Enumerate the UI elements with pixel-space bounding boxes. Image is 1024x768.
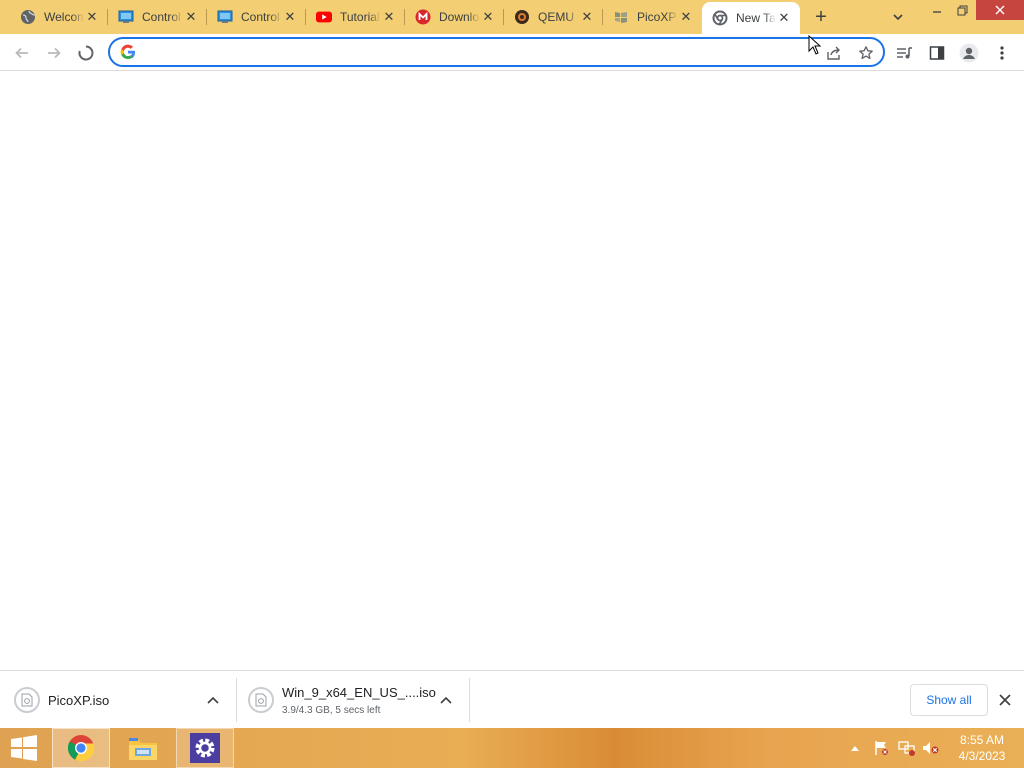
chrome-icon	[67, 735, 95, 762]
tab-title: Tutorial	[340, 10, 380, 24]
tab-title: Download	[439, 10, 480, 24]
kebab-menu-icon	[1000, 46, 1004, 60]
profile-button[interactable]	[956, 40, 982, 66]
chrome-menu-button[interactable]	[989, 40, 1015, 66]
download-shelf: PicoXP.iso Win_9_x64_EN_US_....iso 3.9/4…	[0, 670, 1024, 728]
taskbar-clock[interactable]: 8:55 AM 4/3/2023	[948, 732, 1016, 764]
download-text: Win_9_x64_EN_US_....iso 3.9/4.3 GB, 5 se…	[282, 685, 436, 716]
restore-button[interactable]	[945, 0, 979, 20]
tab-title: Control Panel	[241, 10, 282, 24]
close-tab-icon[interactable]: ✕	[776, 10, 792, 26]
start-button[interactable]	[0, 728, 48, 768]
close-tab-icon[interactable]: ✕	[84, 9, 100, 25]
close-tab-icon[interactable]: ✕	[183, 9, 199, 25]
download-item[interactable]: PicoXP.iso	[14, 671, 229, 729]
download-status: 3.9/4.3 GB, 5 secs left	[282, 704, 381, 716]
globe-icon	[20, 9, 36, 25]
taskbar-settings[interactable]	[176, 728, 234, 768]
tab-qemu[interactable]: QEMU ✕	[504, 0, 603, 34]
close-tab-icon[interactable]: ✕	[381, 9, 397, 25]
forward-button[interactable]	[41, 40, 67, 66]
settings-gear-icon	[190, 733, 220, 763]
download-item[interactable]: Win_9_x64_EN_US_....iso 3.9/4.3 GB, 5 se…	[248, 671, 463, 729]
show-hidden-icons-icon[interactable]	[850, 728, 860, 768]
download-filename: PicoXP.iso	[48, 692, 110, 708]
volume-muted-icon[interactable]	[922, 728, 940, 768]
download-filename: Win_9_x64_EN_US_....iso	[282, 684, 436, 700]
bookmark-star-icon[interactable]	[856, 43, 876, 63]
qemu-icon	[514, 9, 530, 25]
media-queue-icon	[897, 47, 912, 59]
chrome-newtab-icon	[712, 10, 728, 26]
mega-icon	[415, 9, 431, 25]
chevron-up-icon[interactable]	[438, 692, 454, 708]
close-tab-icon[interactable]: ✕	[678, 9, 694, 25]
tab-title: New Tab	[736, 11, 776, 25]
youtube-icon	[316, 9, 332, 25]
close-shelf-icon[interactable]	[996, 691, 1014, 709]
tab-title: Welcome	[44, 10, 84, 24]
close-tab-icon[interactable]: ✕	[579, 9, 595, 25]
tab-title: QEMU	[538, 10, 574, 24]
new-tab-button[interactable]: +	[810, 6, 832, 28]
tab-control-panel-1[interactable]: Control Panel ✕	[108, 0, 207, 34]
tab-download[interactable]: Download ✕	[405, 0, 504, 34]
close-tab-icon[interactable]: ✕	[282, 9, 298, 25]
tab-title: Control Panel	[142, 10, 183, 24]
tab-picoxp[interactable]: PicoXP ✕	[603, 0, 702, 34]
side-panel-icon	[929, 46, 945, 60]
show-all-downloads-button[interactable]: Show all	[910, 684, 988, 716]
taskbar-file-explorer[interactable]	[114, 728, 172, 768]
windows-logo-icon	[11, 735, 37, 761]
network-icon[interactable]	[898, 728, 916, 768]
tab-welcome[interactable]: Welcome ✕	[0, 0, 108, 34]
tab-title: PicoXP	[637, 10, 677, 24]
share-icon[interactable]	[824, 43, 844, 63]
taskbar-chrome[interactable]	[52, 728, 110, 768]
tab-control-panel-2[interactable]: Control Panel ✕	[207, 0, 306, 34]
restore-icon	[957, 5, 967, 15]
plus-icon: +	[815, 5, 827, 28]
address-bar[interactable]	[108, 37, 885, 67]
tab-strip: Welcome ✕ Control Panel ✕ Control Panel …	[0, 0, 1024, 34]
iso-file-icon	[14, 687, 40, 713]
forward-arrow-icon	[48, 47, 61, 59]
media-control-button[interactable]	[892, 40, 918, 66]
google-g-icon	[120, 44, 136, 60]
loading-spinner-icon	[78, 45, 94, 61]
browser-toolbar	[0, 34, 1024, 71]
picoxp-icon	[613, 9, 629, 25]
clock-date: 4/3/2023	[958, 749, 1006, 763]
window-close-button[interactable]	[976, 0, 1024, 20]
download-separator	[236, 678, 237, 722]
page-content-area	[0, 72, 1024, 670]
close-icon	[995, 5, 1005, 15]
iso-file-icon	[248, 687, 274, 713]
folder-icon	[129, 738, 157, 760]
close-tab-icon[interactable]: ✕	[480, 9, 496, 25]
stop-loading-button[interactable]	[73, 40, 99, 66]
side-panel-button[interactable]	[924, 40, 950, 66]
download-separator	[469, 678, 470, 722]
control-panel-icon	[118, 9, 134, 25]
back-button[interactable]	[9, 40, 35, 66]
chevron-up-icon[interactable]	[205, 692, 221, 708]
back-arrow-icon	[15, 47, 28, 59]
mouse-pointer-icon	[808, 35, 822, 55]
tab-new-tab[interactable]: New Tab ✕	[702, 2, 800, 34]
profile-avatar-icon	[959, 43, 979, 63]
tab-tutorial[interactable]: Tutorial ✕	[306, 0, 405, 34]
minimize-icon	[933, 11, 941, 13]
omnibox-input[interactable]	[144, 42, 824, 62]
tab-search-chevron-icon[interactable]	[890, 9, 906, 25]
windows-taskbar: 8:55 AM 4/3/2023	[0, 728, 1024, 768]
clock-time: 8:55 AM	[959, 733, 1005, 747]
action-center-flag-icon[interactable]	[873, 728, 889, 768]
control-panel-icon	[217, 9, 233, 25]
